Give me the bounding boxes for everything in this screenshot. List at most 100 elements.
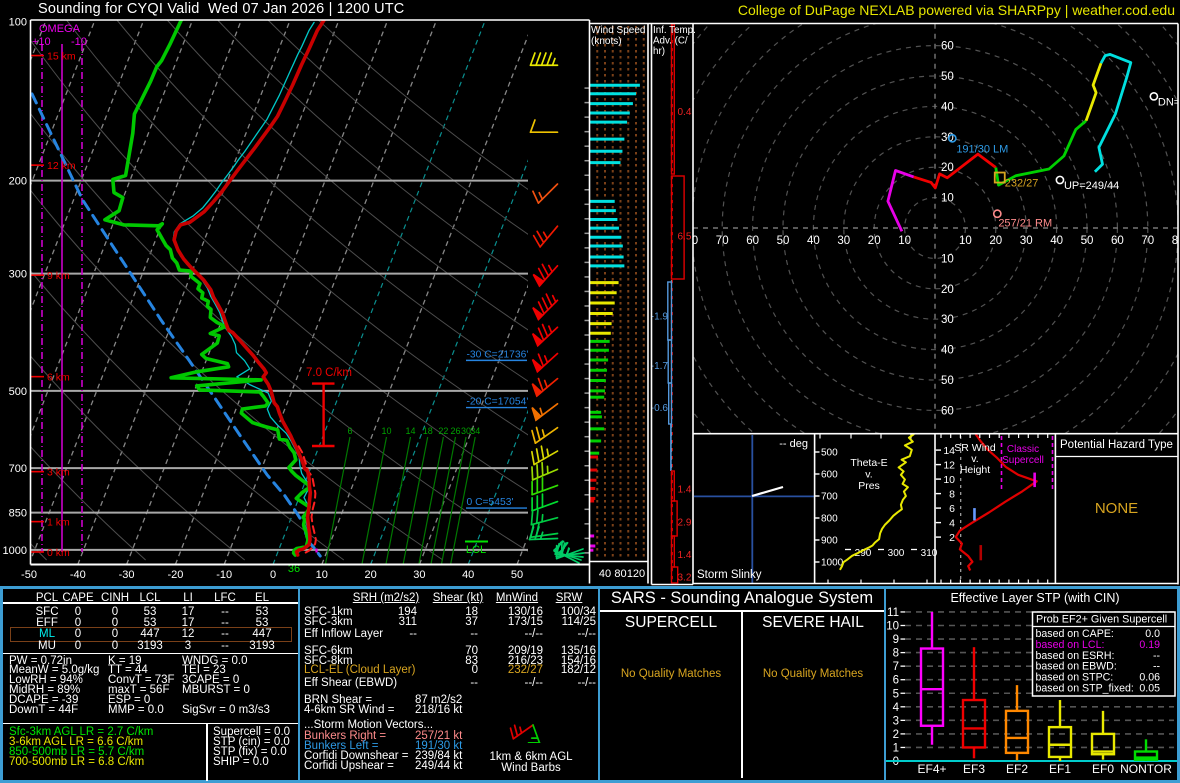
isotherm-10C xyxy=(321,33,528,565)
srwind-zone-label: Supercell xyxy=(1002,455,1044,466)
advection-value: 0.4 xyxy=(678,107,692,118)
thetae-title-line: v. xyxy=(865,469,872,481)
parcel-row-name-mu[interactable]: MU xyxy=(38,640,56,652)
dry-adiabat-303K xyxy=(30,189,444,561)
isotherm--10C xyxy=(223,20,438,565)
advection-value: 1.4 xyxy=(678,484,692,495)
skewt-wind-barb xyxy=(531,377,559,398)
hodo-axis-label: 40 xyxy=(1050,235,1063,247)
speed-axis-label-80: 80 xyxy=(614,568,626,580)
stp-category-label: EF1 xyxy=(1049,762,1071,776)
temp-label-20: 20 xyxy=(364,569,376,581)
stp-box-EF2 xyxy=(1004,685,1030,761)
skewt-wind-barb xyxy=(530,509,559,526)
thermo-index: MBURST = 0 xyxy=(182,684,250,697)
parcel-value: -- xyxy=(221,628,229,641)
stp-ylabel: 1 xyxy=(893,742,899,754)
srwind-ylabel: 8 xyxy=(949,489,955,501)
parcel-value: 0 xyxy=(74,628,82,641)
mixing-ratio-line-6 xyxy=(324,436,351,565)
height-label: 12 km xyxy=(47,160,76,172)
stp-box-NONTOR xyxy=(1133,739,1159,761)
pressure-label-100: 100 xyxy=(9,16,27,28)
hodo-axis-label: 30 xyxy=(1020,235,1033,247)
wind-barb-column xyxy=(528,52,590,564)
stp-legend-title: Prob EF2+ Given Supercell xyxy=(1036,614,1167,626)
stp-category-label: NONTOR xyxy=(1120,762,1172,776)
kin-value: 37 xyxy=(465,615,478,628)
srwind-ylabel: 6 xyxy=(949,503,955,515)
parcel-row-name-ml[interactable]: ML xyxy=(39,628,55,640)
mixing-ratio-label-6: 6 xyxy=(347,426,352,436)
stp-box-EF4+ xyxy=(919,611,945,745)
skewt-wind-barb xyxy=(531,493,559,512)
storm-motion-marker[interactable] xyxy=(1055,175,1065,185)
stp-category-label: EF0 xyxy=(1092,762,1114,776)
slinky-deg-label: -- deg xyxy=(779,438,808,450)
thermo-index: SigSvr = 0 m3/s3 xyxy=(182,704,270,716)
hodograph-trace-segment-3 xyxy=(1084,62,1103,122)
hodo-axis-label: 10 xyxy=(898,235,911,247)
thetae-ylabel: 800 xyxy=(821,514,838,525)
speed-axis-label-40: 40 xyxy=(599,568,611,580)
pressure-label-300: 300 xyxy=(9,269,27,281)
sounding-graphics: 6 10 14 18 22 26 30 34 OMEGA+10 -1015 km12 km9 k… xyxy=(3,0,1180,587)
hodograph-panel[interactable]: 1010202030304040505060607070808010102020… xyxy=(570,0,1180,587)
hodo-axis-label: 40 xyxy=(941,345,954,357)
parcel-value: -- xyxy=(221,639,229,652)
thetae-ylabel: 1000 xyxy=(821,558,844,569)
srwind-title-line: Height xyxy=(960,464,990,476)
isotherm-height-annotation: -30 C=21736' xyxy=(467,349,529,360)
temp-label--20: -20 xyxy=(167,569,183,581)
kin-row-name: Eff Shear (EBWD) xyxy=(304,677,398,689)
thetae-ylabel: 900 xyxy=(821,536,838,547)
thetae-title-line: Theta-E xyxy=(850,457,887,469)
barb-caption-2: Wind Barbs xyxy=(501,761,561,774)
height-label: 1 km xyxy=(47,517,70,529)
stp-ylabel: 9 xyxy=(893,634,899,646)
stp-ylabel: 3 xyxy=(893,715,899,727)
stp-ylabel: 6 xyxy=(893,675,899,687)
kin-row-name: LCL-EL (Cloud Layer) xyxy=(304,663,416,676)
parcel-value: 0 xyxy=(74,605,82,618)
skewt-wind-barb xyxy=(532,293,559,321)
temp-advection-panel: 0.4 6.5 -1.9 -1.7 -0.6 1.4 2.9 1.4 3.2 Inf. Temp.… xyxy=(651,23,696,584)
storm-motion-marker[interactable] xyxy=(992,209,1002,219)
kin-value: -- xyxy=(470,677,478,689)
storm-motion-marker[interactable] xyxy=(1149,91,1159,101)
pressure-label-500: 500 xyxy=(9,386,27,398)
stp-legend-label: based on STP_fixed: xyxy=(1036,683,1134,695)
agl-wind-barbs-graphic xyxy=(509,723,540,743)
dry-adiabat-363K xyxy=(66,20,528,436)
parcel-value: 0 xyxy=(111,639,119,652)
height-label: 3 km xyxy=(47,467,70,479)
skewt-wind-barb xyxy=(531,426,559,445)
mixing-ratio-line-30 xyxy=(440,436,467,565)
stp-ylabel: 11 xyxy=(887,607,899,619)
composite-index: SHIP = 0.0 xyxy=(213,755,269,768)
skewt-wind-barb xyxy=(531,352,559,374)
hodo-axis-label: 40 xyxy=(941,101,954,113)
section-divider xyxy=(3,722,298,724)
advection-value: 6.5 xyxy=(678,232,692,243)
skewt-wind-barb xyxy=(529,119,559,134)
parcel-value: 53 xyxy=(143,605,157,618)
hodo-axis-label: 70 xyxy=(716,235,729,247)
stp-ylabel: 7 xyxy=(893,661,899,673)
thetae-ylabel: 500 xyxy=(821,448,838,459)
thermo-index: DownT = 44F xyxy=(9,704,79,716)
storm-motion-label: 232/27 xyxy=(1005,178,1039,190)
sars-title: SARS - Sounding Analogue System xyxy=(610,589,874,607)
vector-value: 249/44 kt xyxy=(415,760,463,773)
hodo-axis-label: 60 xyxy=(746,235,759,247)
hodo-axis-label: 10 xyxy=(941,253,954,265)
parcel-row-name-sfc[interactable]: SFC xyxy=(36,606,59,618)
kin-value: 114/25 xyxy=(561,615,596,628)
mixing-ratio-label-22: 22 xyxy=(438,426,448,436)
temp-label-40: 40 xyxy=(462,569,474,581)
hodo-axis-label: 20 xyxy=(941,284,954,296)
mixing-ratio-line-10 xyxy=(361,436,388,565)
isotherm--40C xyxy=(77,20,291,565)
hazard-title: Potential Hazard Type xyxy=(1060,439,1173,451)
advection-value: 1.4 xyxy=(678,550,692,561)
